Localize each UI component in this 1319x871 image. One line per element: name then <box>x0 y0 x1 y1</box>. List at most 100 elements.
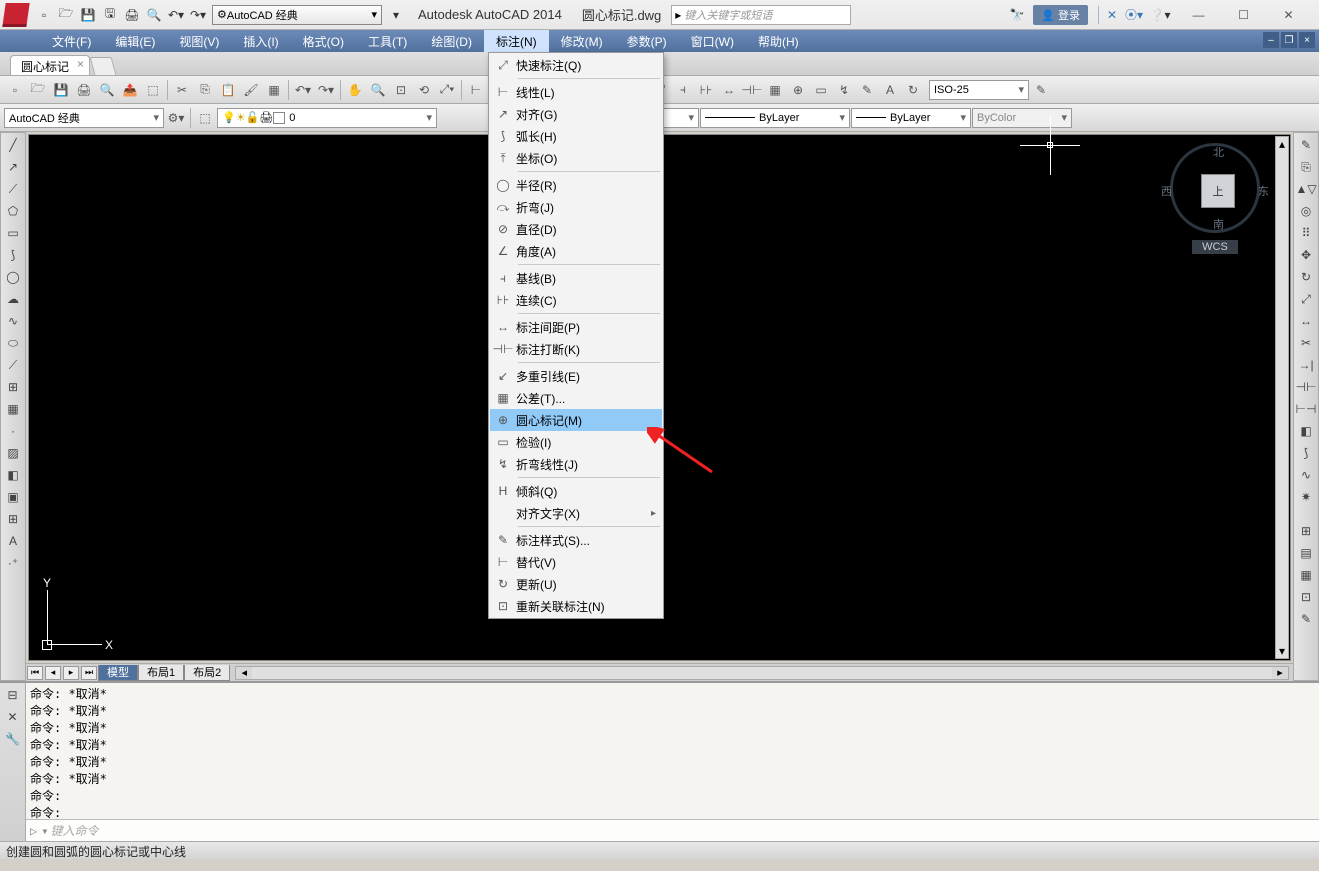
tb-open-icon[interactable]: 🗁 <box>27 79 49 101</box>
markup-icon[interactable]: ✎ <box>1295 609 1317 629</box>
tb-save-icon[interactable]: 💾 <box>50 79 72 101</box>
viewcube-west[interactable]: 西 <box>1161 183 1172 199</box>
tb-publish-icon[interactable]: 📤 <box>119 79 141 101</box>
print-icon[interactable]: 🖨 <box>122 5 142 25</box>
menu-window[interactable]: 窗口(W) <box>679 30 746 52</box>
command-input[interactable]: ▷ ▾ 键入命令 <box>26 819 1319 841</box>
app-logo[interactable] <box>2 3 29 27</box>
xline-icon[interactable]: ↗ <box>2 157 24 177</box>
linetype-combo[interactable]: ByLayer ▾ <box>700 108 850 128</box>
preview-icon[interactable]: 🔍 <box>144 5 164 25</box>
rect-icon[interactable]: ▭ <box>2 223 24 243</box>
menu-item[interactable]: ↯折弯线性(J) <box>490 453 662 475</box>
tb-zoomprev-icon[interactable]: ⟲ <box>413 79 435 101</box>
tb-redo-icon[interactable]: ↷▾ <box>315 79 337 101</box>
offset-icon[interactable]: ◎ <box>1295 201 1317 221</box>
cmd-pin-icon[interactable]: ✕ <box>2 707 24 727</box>
extend-icon[interactable]: →| <box>1295 355 1317 375</box>
tab-prev-icon[interactable]: ◂ <box>45 666 61 680</box>
login-button[interactable]: 👤 登录 <box>1033 5 1088 25</box>
dimstyle-combo[interactable]: ISO-25 ▾ <box>929 80 1029 100</box>
menu-modify[interactable]: 修改(M) <box>549 30 615 52</box>
menu-dimension[interactable]: 标注(N) <box>484 30 549 52</box>
menu-help[interactable]: 帮助(H) <box>746 30 811 52</box>
props-icon[interactable]: ⊞ <box>1295 521 1317 541</box>
region-icon[interactable]: ▣ <box>2 487 24 507</box>
dim-edit-icon[interactable]: ✎ <box>856 79 878 101</box>
dim-update-icon[interactable]: ↻ <box>902 79 924 101</box>
menu-format[interactable]: 格式(O) <box>291 30 356 52</box>
menu-item[interactable]: ⊦⊦连续(C) <box>490 289 662 311</box>
dim-space-icon[interactable]: ↔ <box>718 79 740 101</box>
gear-icon[interactable]: ⚙▾ <box>165 107 187 129</box>
blend-icon[interactable]: ∿ <box>1295 465 1317 485</box>
document-tab[interactable]: 圆心标记 × <box>10 55 90 75</box>
menu-item[interactable]: ⊣⊢标注打断(K) <box>490 338 662 360</box>
dim-break-icon[interactable]: ⊣⊢ <box>741 79 763 101</box>
insert-icon[interactable]: ⊞ <box>2 377 24 397</box>
exchange-icon[interactable]: ✕ <box>1098 5 1118 25</box>
copy-icon[interactable]: ⎘ <box>1295 157 1317 177</box>
menu-insert[interactable]: 插入(I) <box>231 30 290 52</box>
menu-item[interactable]: ⊢替代(V) <box>490 551 662 573</box>
tab-first-icon[interactable]: ⏮ <box>27 666 43 680</box>
menu-item[interactable]: ⊘直径(D) <box>490 218 662 240</box>
dim-tedit-icon[interactable]: A <box>879 79 901 101</box>
line-icon[interactable]: ╱ <box>2 135 24 155</box>
erase-icon[interactable]: ✎ <box>1295 135 1317 155</box>
polygon-icon[interactable]: ⬠ <box>2 201 24 221</box>
tab-last-icon[interactable]: ⏭ <box>81 666 97 680</box>
menu-item[interactable]: ↙多重引线(E) <box>490 365 662 387</box>
menu-item[interactable]: ⫞基线(B) <box>490 267 662 289</box>
menu-item[interactable]: ⊕圆心标记(M) <box>490 409 662 431</box>
stretch-icon[interactable]: ↔ <box>1295 311 1317 331</box>
dim-tol-icon[interactable]: ▦ <box>764 79 786 101</box>
viewcube-south[interactable]: 南 <box>1213 216 1224 232</box>
viewcube-face[interactable]: 上 <box>1201 174 1235 208</box>
mtext-icon[interactable]: A <box>2 531 24 551</box>
sheet-icon[interactable]: ▤ <box>1295 543 1317 563</box>
circle-icon[interactable]: ◯ <box>2 267 24 287</box>
menu-item[interactable]: ↔标注间距(P) <box>490 316 662 338</box>
menu-view[interactable]: 视图(V) <box>167 30 231 52</box>
tb-pan-icon[interactable]: ✋ <box>344 79 366 101</box>
menu-item[interactable]: ⤼折弯(J) <box>490 196 662 218</box>
menu-item[interactable]: ⤒坐标(O) <box>490 147 662 169</box>
menu-item[interactable]: ∠角度(A) <box>490 240 662 262</box>
menu-draw[interactable]: 绘图(D) <box>419 30 484 52</box>
qat-overflow-icon[interactable]: ▾ <box>386 5 406 25</box>
share-icon[interactable]: ⦿▾ <box>1124 5 1144 25</box>
tb-zoomext-icon[interactable]: ⤢▾ <box>436 79 458 101</box>
dim-style-icon[interactable]: ✎ <box>1030 79 1052 101</box>
new-icon[interactable]: ▫ <box>34 5 54 25</box>
dim-joglin-icon[interactable]: ↯ <box>833 79 855 101</box>
spline-icon[interactable]: ∿ <box>2 311 24 331</box>
menu-tools[interactable]: 工具(T) <box>356 30 419 52</box>
layout-tab-model[interactable]: 模型 <box>98 665 138 681</box>
tb-print-icon[interactable]: 🖨 <box>73 79 95 101</box>
addsel-icon[interactable]: ·⁺ <box>2 553 24 573</box>
chamfer-icon[interactable]: ◧ <box>1295 421 1317 441</box>
layout-tab-2[interactable]: 布局2 <box>184 665 230 681</box>
viewcube-east[interactable]: 东 <box>1258 183 1269 199</box>
vertical-scrollbar[interactable]: ▴ ▾ <box>1275 136 1289 659</box>
arc-icon[interactable]: ⟆ <box>2 245 24 265</box>
saveas-icon[interactable]: 🖫 <box>100 5 120 25</box>
tb-paste-icon[interactable]: 📋 <box>217 79 239 101</box>
break-icon[interactable]: ⊣⊢ <box>1295 377 1317 397</box>
menu-item[interactable]: H倾斜(Q) <box>490 480 662 502</box>
minimize-button[interactable]: — <box>1176 5 1221 25</box>
tool-icon[interactable]: ▦ <box>1295 565 1317 585</box>
menu-item[interactable]: ✎标注样式(S)... <box>490 529 662 551</box>
dim-inspect-icon[interactable]: ▭ <box>810 79 832 101</box>
ellipsearc-icon[interactable]: ⟋ <box>2 355 24 375</box>
save-icon[interactable]: 💾 <box>78 5 98 25</box>
scroll-up-icon[interactable]: ▴ <box>1276 137 1288 151</box>
point-icon[interactable]: · <box>2 421 24 441</box>
hatch-icon[interactable]: ▨ <box>2 443 24 463</box>
menu-item[interactable]: ⊡重新关联标注(N) <box>490 595 662 617</box>
horizontal-scrollbar[interactable]: ◂ ▸ <box>235 666 1289 680</box>
binoculars-icon[interactable]: 🔭 <box>1007 5 1027 25</box>
dim-center-icon[interactable]: ⊕ <box>787 79 809 101</box>
tb-preview-icon[interactable]: 🔍 <box>96 79 118 101</box>
